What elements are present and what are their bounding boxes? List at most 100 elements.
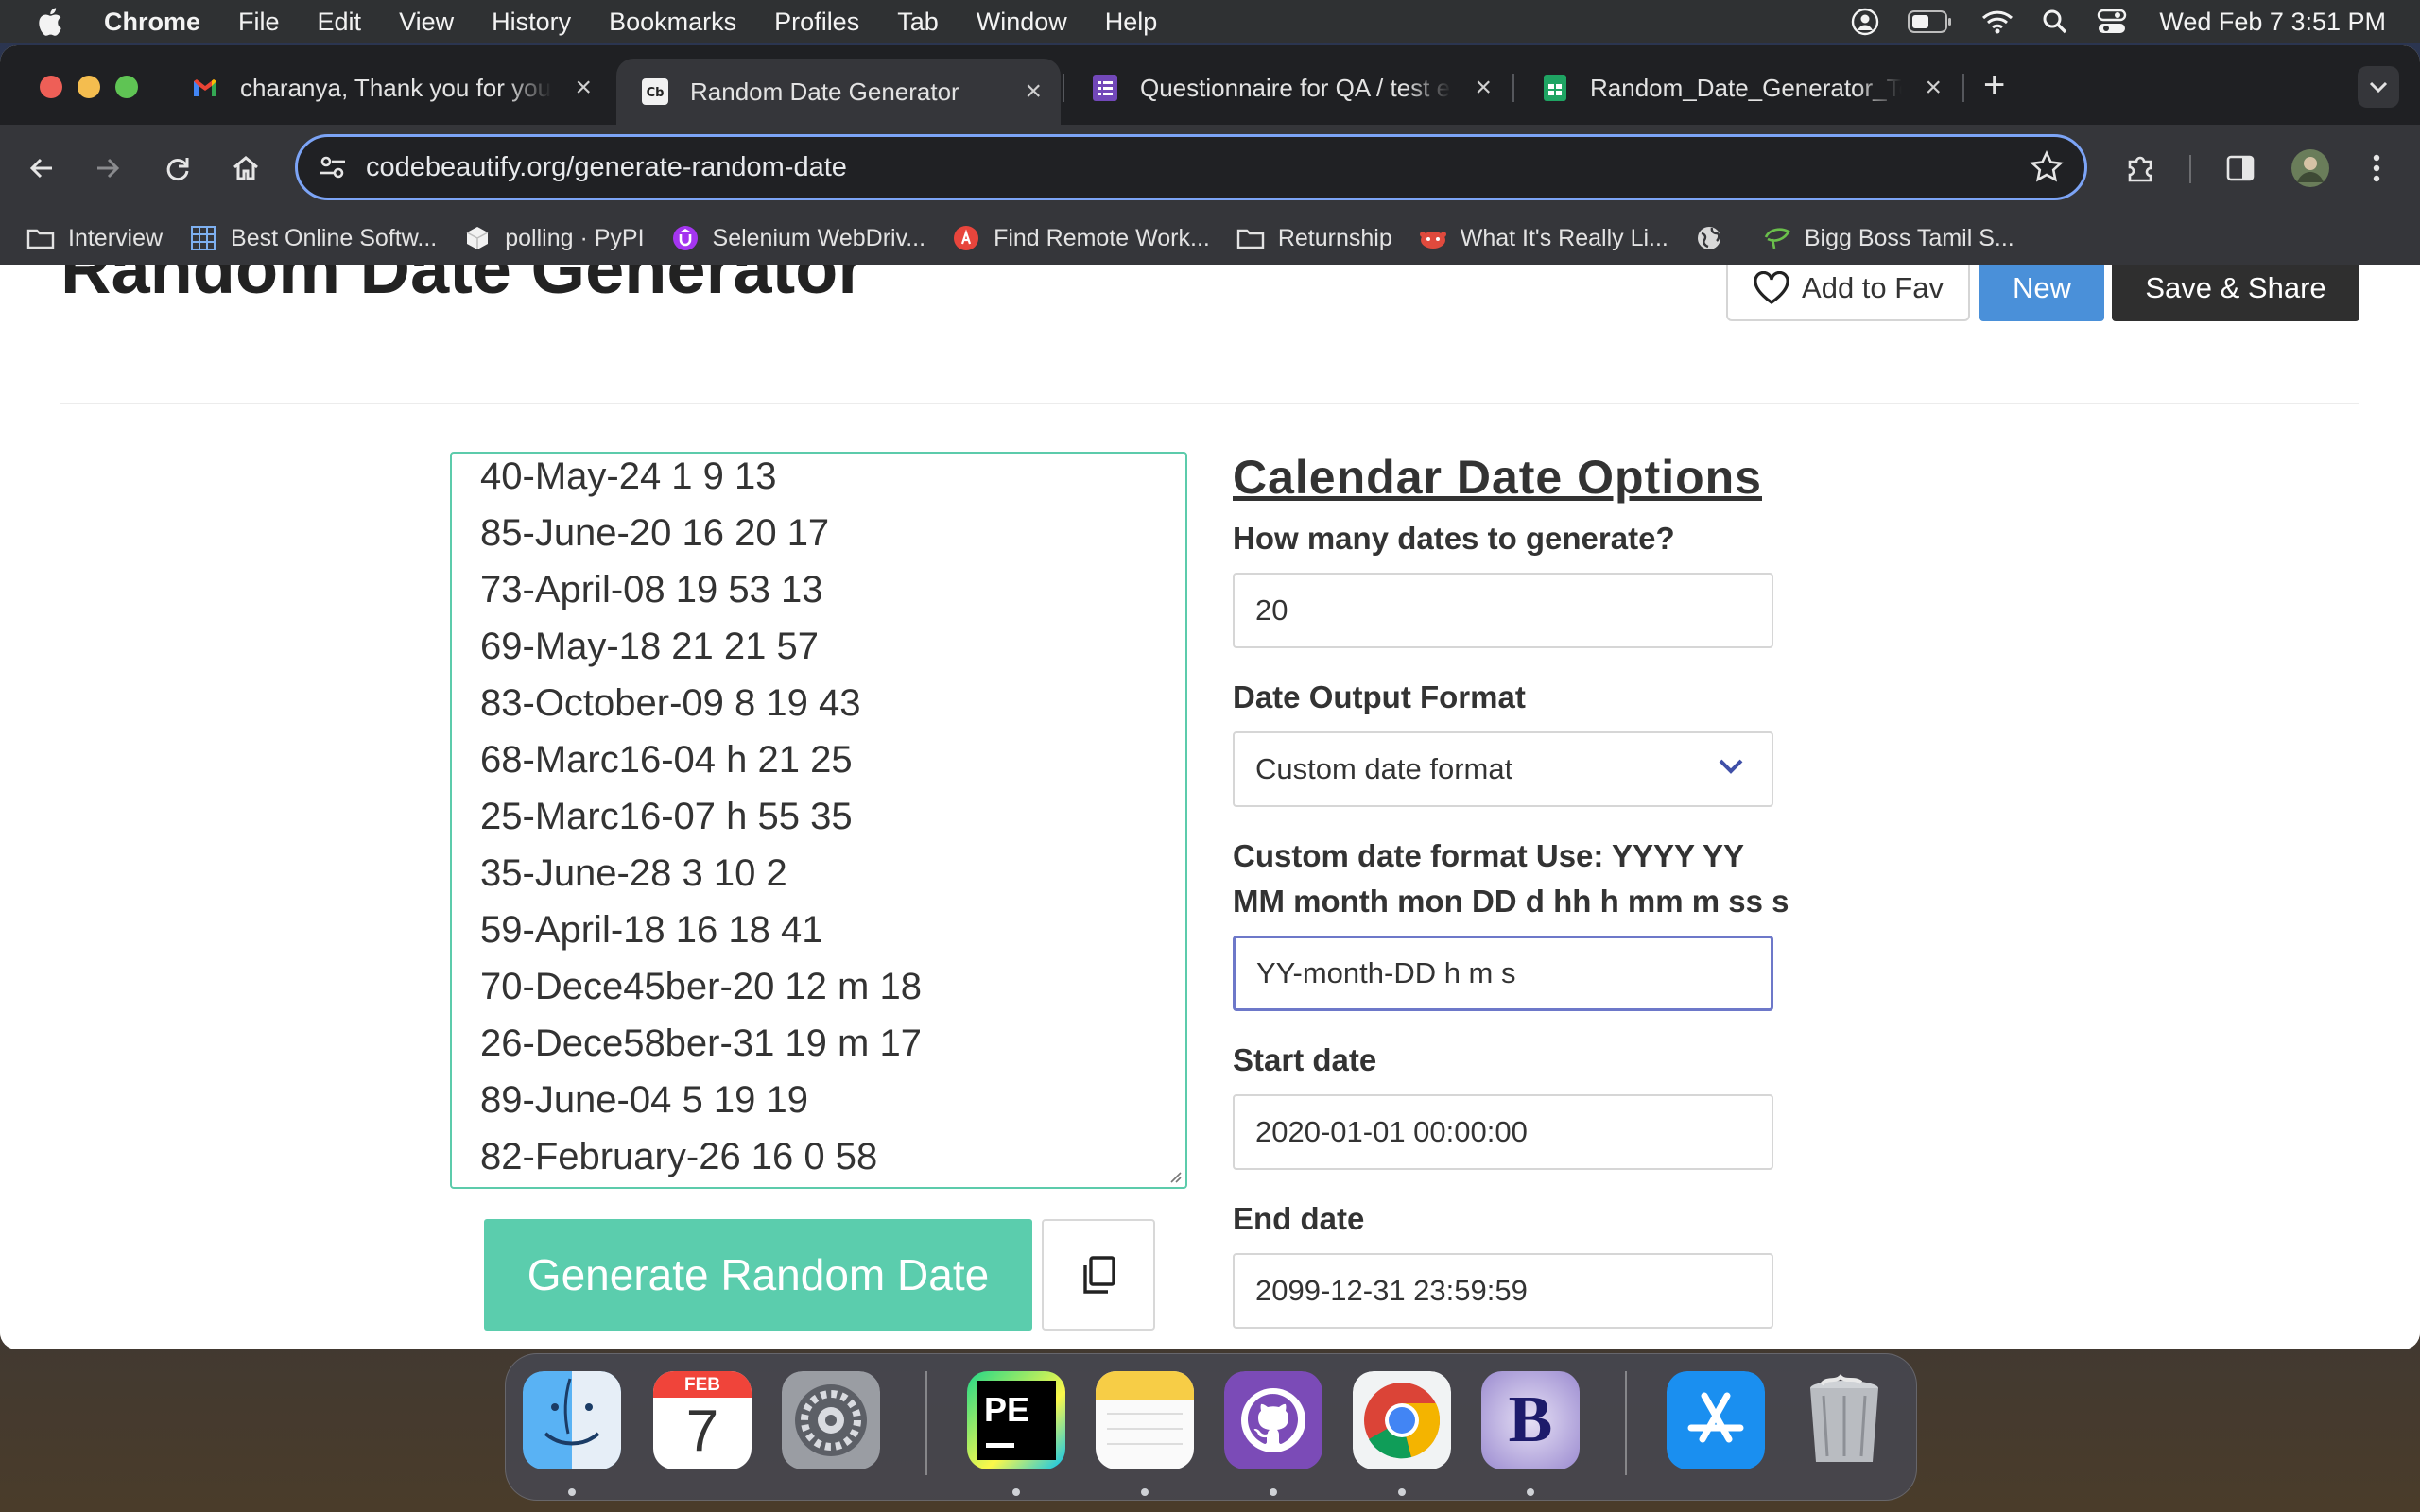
menu-edit[interactable]: Edit [318,8,362,37]
end-date-label: End date [1233,1201,1365,1236]
home-icon[interactable] [223,146,268,191]
github-desktop-icon[interactable] [1224,1371,1322,1469]
menu-profiles[interactable]: Profiles [774,8,859,37]
menubar-clock[interactable]: Wed Feb 7 3:51 PM [2159,8,2386,37]
pycharm-icon[interactable]: PE [967,1371,1065,1469]
bbedit-icon[interactable]: B [1481,1371,1580,1469]
chevron-down-icon [1719,759,1743,774]
notes-header [1096,1371,1194,1400]
running-indicator [1141,1488,1149,1496]
notes-icon[interactable] [1096,1371,1194,1469]
tab-sheets[interactable]: Random_Date_Generator_Te × [1516,59,1961,117]
forward-arrow-icon[interactable] [85,146,130,191]
bookmark-best-online-software[interactable]: Best Online Softw... [189,224,437,252]
remote-icon [952,224,980,252]
side-panel-icon[interactable] [2218,146,2263,191]
menu-window[interactable]: Window [977,8,1067,37]
generate-random-date-button[interactable]: Generate Random Date [484,1219,1032,1331]
close-tab-icon[interactable]: × [1475,72,1492,104]
apple-menu-icon[interactable] [36,6,68,38]
notes-line [1107,1413,1183,1428]
leaf-icon [1763,224,1791,252]
menu-file[interactable]: File [238,8,280,37]
bookmark-globe[interactable] [1695,224,1737,252]
custom-format-input[interactable]: YY-month-DD h m s [1233,936,1773,1011]
reload-icon[interactable] [155,146,200,191]
bookmark-label: Returnship [1277,224,1392,251]
end-date-input[interactable]: 2099-12-31 23:59:59 [1233,1253,1773,1329]
trash-icon[interactable] [1795,1371,1893,1469]
tab-gmail[interactable]: charanya, Thank you for your × [166,59,611,117]
globe-icon [1695,224,1723,252]
chrome-icon[interactable] [1353,1371,1451,1469]
url-text[interactable]: codebeautify.org/generate-random-date [366,152,847,183]
tab-separator [1063,74,1064,102]
menu-chrome[interactable]: Chrome [104,8,200,37]
bookmark-interview[interactable]: Interview [26,224,163,252]
codebeautify-icon: Cb [642,78,668,105]
pycharm-underscore [986,1443,1014,1448]
bookmark-star-icon[interactable] [2030,150,2064,184]
control-center-icon[interactable] [2097,9,2127,35]
tab-search-chevron-icon[interactable] [2358,66,2399,108]
wifi-icon[interactable] [1981,9,2014,34]
tab-title: Random Date Generator [690,77,959,106]
new-button[interactable]: New [1979,265,2104,321]
running-indicator [1012,1488,1020,1496]
profile-avatar[interactable] [2288,146,2333,191]
bookmark-label: polling · PyPI [505,224,645,251]
page-content: Random Date Generator Add to Fav New Sav… [0,265,2420,1349]
calendar-icon[interactable]: FEB 7 [653,1371,752,1469]
bookmark-polling-pypi[interactable]: polling · PyPI [463,224,645,252]
close-window-button[interactable] [40,76,62,98]
bookmark-label: Interview [68,224,164,251]
copy-button[interactable] [1042,1219,1155,1331]
new-tab-plus-icon[interactable]: + [1983,64,2005,107]
bookmark-label: Selenium WebDriv... [712,224,926,251]
date-format-select[interactable]: Custom date format [1233,731,1773,807]
output-textarea[interactable]: 40-May-24 1 9 13 85-June-20 16 20 17 73-Ap… [450,452,1187,1189]
bookmarks-bar: Interview Best Online Softw... polling ·… [0,212,2420,265]
system-settings-icon[interactable] [782,1371,880,1469]
menu-help[interactable]: Help [1105,8,1158,37]
bookmark-selenium-webdriver[interactable]: Selenium WebDriv... [671,224,926,252]
tab-random-date-generator[interactable]: Cb Random Date Generator × [616,59,1061,125]
bookmark-what-its-really-like[interactable]: What It's Really Li... [1419,224,1668,252]
bookmark-label: What It's Really Li... [1460,224,1668,251]
count-input[interactable]: 20 [1233,573,1773,648]
save-share-button[interactable]: Save & Share [2112,265,2360,321]
spotlight-search-icon[interactable] [2042,9,2068,35]
menu-tab[interactable]: Tab [897,8,939,37]
bookmark-bigg-boss-tamil[interactable]: Bigg Boss Tamil S... [1763,224,2014,252]
add-to-fav-button[interactable]: Add to Fav [1726,265,1970,321]
output-line: 73-April-08 19 53 13 [480,569,823,610]
bookmark-find-remote-work[interactable]: Find Remote Work... [952,224,1210,252]
app-store-icon[interactable] [1667,1371,1765,1469]
user-account-icon[interactable] [1851,8,1879,36]
tab-questionnaire[interactable]: Questionnaire for QA / test en × [1066,59,1511,117]
menu-history[interactable]: History [492,8,571,37]
close-tab-icon[interactable]: × [575,72,592,104]
close-tab-icon[interactable]: × [1925,72,1942,104]
start-date-input[interactable]: 2020-01-01 00:00:00 [1233,1094,1773,1170]
close-tab-icon[interactable]: × [1025,76,1042,108]
tab-separator [1512,74,1514,102]
site-settings-icon[interactable] [319,154,347,180]
menu-view[interactable]: View [399,8,454,37]
menu-bookmarks[interactable]: Bookmarks [609,8,736,37]
resize-handle-icon[interactable] [1167,1168,1182,1183]
bookmark-returnship[interactable]: Returnship [1236,224,1392,252]
tab-separator [1962,74,1964,102]
output-line: 25-Marc16-07 h 55 35 [480,796,853,837]
battery-icon[interactable] [1908,9,1953,34]
gmail-icon [194,79,216,96]
address-bar[interactable]: codebeautify.org/generate-random-date [295,134,2087,200]
chrome-menu-kebab-icon[interactable] [2354,146,2399,191]
minimize-window-button[interactable] [78,76,100,98]
zoom-window-button[interactable] [115,76,138,98]
back-arrow-icon[interactable] [19,146,64,191]
add-to-fav-label: Add to Fav [1802,271,1944,304]
finder-icon[interactable] [523,1371,621,1469]
tab-strip: charanya, Thank you for your × Cb Random… [0,45,2420,125]
extensions-puzzle-icon[interactable] [2118,146,2163,191]
